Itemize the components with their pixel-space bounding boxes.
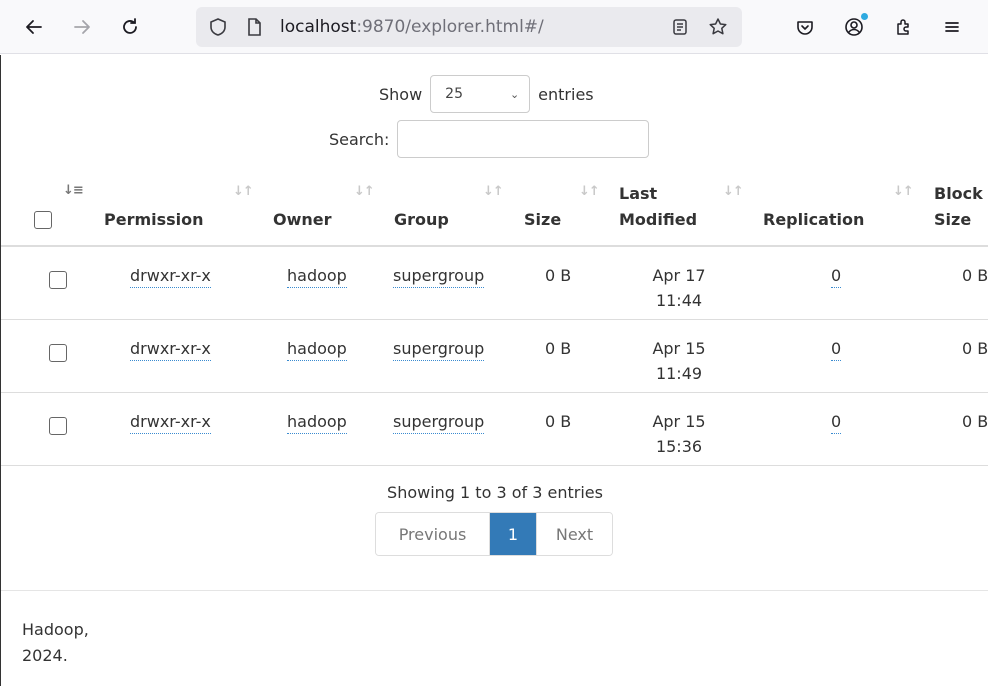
column-header-block-size[interactable]: Block Size <box>934 181 983 233</box>
last-modified-cell: Apr 15 15:36 <box>641 409 717 459</box>
entries-select[interactable]: 25 ⌄ <box>430 75 531 113</box>
table-info: Showing 1 to 3 of 3 entries <box>387 483 603 502</box>
url-text[interactable]: localhost:9870/explorer.html#/ <box>280 17 544 37</box>
time: 15:36 <box>655 437 703 456</box>
last-modified-cell: Apr 15 11:49 <box>641 336 717 386</box>
table-header: ↓≡ ↓↑ Permission ↓↑ Owner ↓↑ Group ↓↑ Si… <box>1 175 988 247</box>
row-checkbox[interactable] <box>49 344 67 362</box>
search-label: Search: <box>329 129 390 149</box>
row-checkbox[interactable] <box>49 417 67 435</box>
time: 11:44 <box>655 291 703 310</box>
time: 11:49 <box>655 364 703 383</box>
url-bar[interactable]: localhost:9870/explorer.html#/ <box>196 7 742 47</box>
page-icon[interactable] <box>244 17 264 37</box>
group-link[interactable]: supergroup <box>393 412 485 434</box>
forward-arrow-icon[interactable] <box>69 14 95 40</box>
menu-icon[interactable] <box>939 14 965 40</box>
search-control: Search: <box>329 120 650 158</box>
entries-label: entries <box>538 84 594 104</box>
date: Apr 17 <box>652 266 706 285</box>
group-link[interactable]: supergroup <box>393 339 485 361</box>
block-size-cell: 0 B <box>962 412 988 431</box>
column-header-permission[interactable]: Permission <box>104 207 204 233</box>
pocket-icon[interactable] <box>792 14 818 40</box>
reload-icon[interactable] <box>117 14 143 40</box>
reader-mode-icon[interactable] <box>670 17 690 37</box>
last-modified-cell: Apr 17 11:44 <box>641 263 717 313</box>
column-label: Size <box>524 210 562 229</box>
account-icon[interactable] <box>841 13 868 40</box>
group-link[interactable]: supergroup <box>393 266 485 288</box>
url-host: localhost <box>280 17 357 37</box>
column-label: Permission <box>104 210 204 229</box>
row-checkbox[interactable] <box>49 271 67 289</box>
extensions-icon[interactable] <box>891 14 917 40</box>
replication-link[interactable]: 0 <box>831 266 842 288</box>
column-label-line2: Modified <box>619 210 698 229</box>
sort-icon[interactable]: ↓↑ <box>233 184 254 199</box>
footer-divider <box>1 590 988 591</box>
sort-icon[interactable]: ↓↑ <box>579 184 600 199</box>
previous-button[interactable]: Previous <box>376 513 490 555</box>
show-label: Show <box>379 84 423 104</box>
pagination: Previous 1 Next <box>375 512 613 556</box>
sort-icon[interactable]: ↓↑ <box>723 184 744 199</box>
search-input[interactable] <box>397 120 650 158</box>
notification-dot <box>861 13 868 20</box>
entries-select-value: 25 <box>445 86 463 102</box>
column-header-last-modified[interactable]: Last Modified <box>619 181 697 233</box>
size-cell: 0 B <box>545 266 572 285</box>
sort-icon[interactable]: ↓↑ <box>893 184 914 199</box>
column-header-replication[interactable]: Replication <box>763 207 864 233</box>
block-size-cell: 0 B <box>962 266 988 285</box>
date: Apr 15 <box>652 339 706 358</box>
permission-link[interactable]: drwxr-xr-x <box>130 339 211 361</box>
url-path: :9870/explorer.html#/ <box>356 17 544 37</box>
footer: Hadoop, 2024. <box>22 617 89 669</box>
sort-icon[interactable]: ↓≡ <box>63 183 84 198</box>
back-arrow-icon[interactable] <box>21 14 47 40</box>
block-size-cell: 0 B <box>962 339 988 358</box>
owner-link[interactable]: hadoop <box>287 339 347 361</box>
date: Apr 15 <box>652 412 706 431</box>
page-content: Show 25 ⌄ entries Search: ↓≡ ↓↑ Permissi… <box>0 55 988 686</box>
column-header-owner[interactable]: Owner <box>273 207 332 233</box>
shield-icon[interactable] <box>208 17 228 37</box>
table-row: drwxr-xr-x hadoop supergroup 0 B Apr 15 … <box>1 393 988 466</box>
footer-line2: 2024. <box>22 646 68 665</box>
column-label-line1: Last <box>619 184 658 203</box>
next-button[interactable]: Next <box>536 513 612 555</box>
sort-icon[interactable]: ↓↑ <box>354 184 375 199</box>
column-label: Owner <box>273 210 332 229</box>
replication-link[interactable]: 0 <box>831 339 842 361</box>
replication-link[interactable]: 0 <box>831 412 842 434</box>
table-row: drwxr-xr-x hadoop supergroup 0 B Apr 15 … <box>1 320 988 393</box>
browser-toolbar: localhost:9870/explorer.html#/ <box>0 0 988 54</box>
column-label: Replication <box>763 210 865 229</box>
size-cell: 0 B <box>545 339 572 358</box>
entries-length-control: Show 25 ⌄ entries <box>379 75 594 113</box>
table-row: drwxr-xr-x hadoop supergroup 0 B Apr 17 … <box>1 247 988 320</box>
chevron-down-icon: ⌄ <box>509 87 520 101</box>
column-label-line1: Block <box>934 184 983 203</box>
size-cell: 0 B <box>545 412 572 431</box>
column-header-size[interactable]: Size <box>524 207 561 233</box>
permission-link[interactable]: drwxr-xr-x <box>130 412 211 434</box>
column-header-group[interactable]: Group <box>394 207 449 233</box>
column-label-line2: Size <box>934 210 972 229</box>
footer-line1: Hadoop, <box>22 620 89 639</box>
owner-link[interactable]: hadoop <box>287 266 347 288</box>
bookmark-star-icon[interactable] <box>708 17 728 37</box>
page-1-button[interactable]: 1 <box>490 513 536 555</box>
select-all-checkbox[interactable] <box>34 211 52 229</box>
owner-link[interactable]: hadoop <box>287 412 347 434</box>
permission-link[interactable]: drwxr-xr-x <box>130 266 211 288</box>
sort-icon[interactable]: ↓↑ <box>483 184 504 199</box>
column-label: Group <box>394 210 449 229</box>
